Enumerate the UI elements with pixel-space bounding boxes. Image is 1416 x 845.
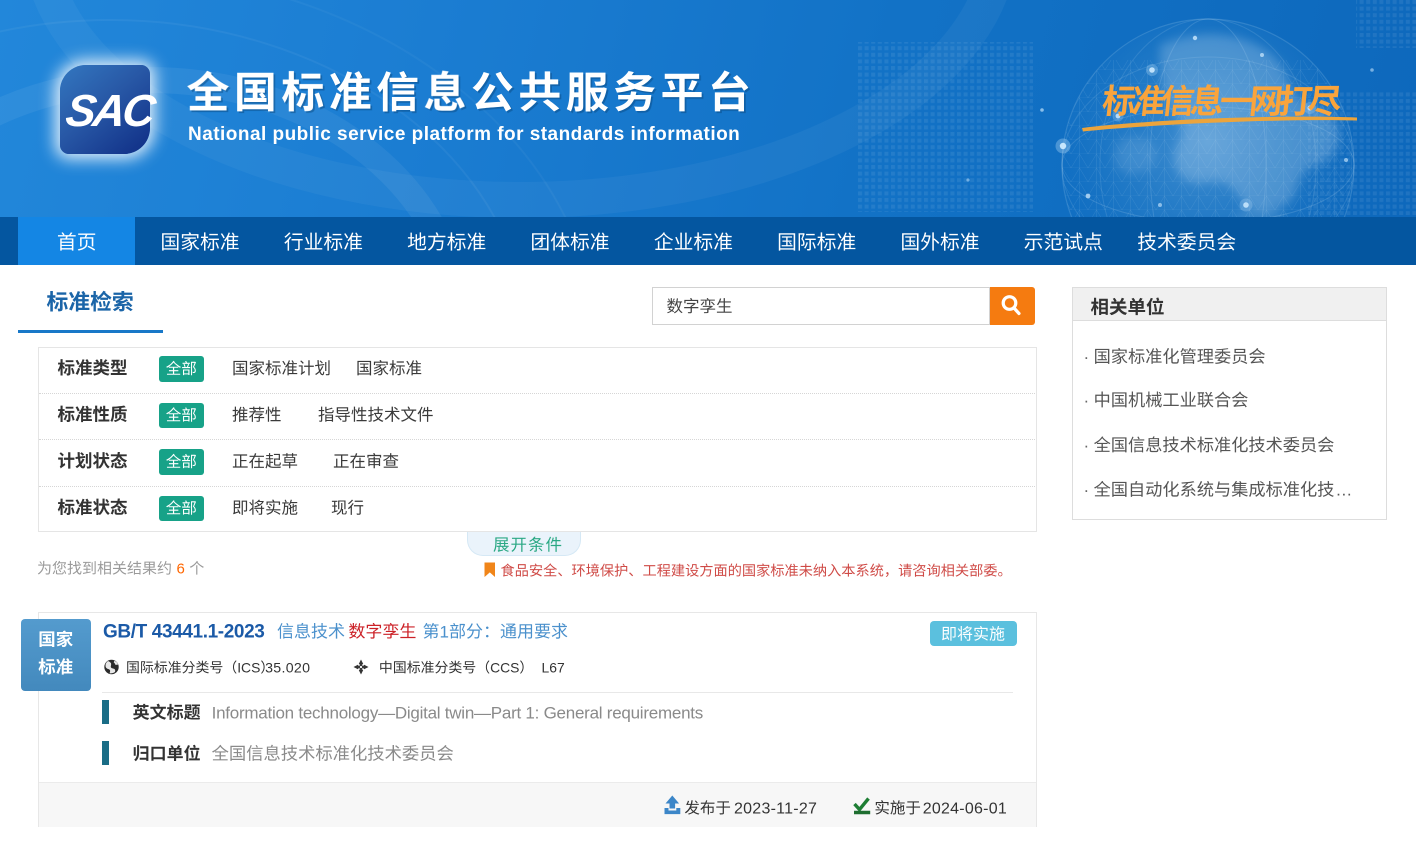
svg-text:6: 6 [177,561,185,578]
svg-text:·: · [1084,391,1090,410]
svg-text:L67: L67 [542,659,565,675]
svg-text:CCS: CCS [490,659,519,675]
svg-text:1: 1 [440,622,449,641]
svg-text:…: … [1335,481,1352,500]
svg-text:2023-11-27: 2023-11-27 [734,800,817,817]
svg-text:35.020: 35.020 [265,660,310,676]
svg-text:ICS: ICS [237,659,260,675]
svg-text:SAC: SAC [63,85,160,136]
svg-text:·: · [1084,436,1090,455]
svg-text:National public service platfo: National public service platform for sta… [188,124,740,145]
svg-text:2024-06-01: 2024-06-01 [923,800,1007,817]
svg-text:GB/T 43441.1-2023: GB/T 43441.1-2023 [103,621,264,642]
svg-text:·: · [1084,348,1090,367]
svg-text:·: · [1084,481,1090,500]
svg-text:Information technology—Digital: Information technology—Digital twin—Part… [212,703,703,722]
